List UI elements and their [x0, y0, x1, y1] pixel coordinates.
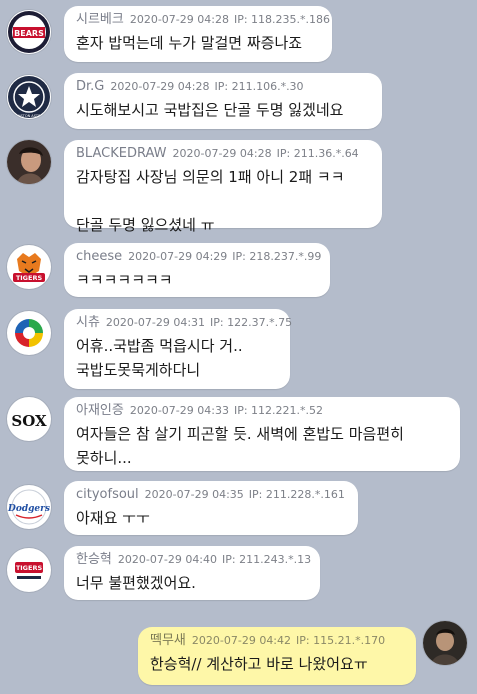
- sender-name[interactable]: cheese: [76, 249, 122, 264]
- message-meta: 떽무새 2020-07-29 04:42 IP: 115.21.*.170: [150, 633, 404, 649]
- sender-name[interactable]: cityofsoul: [76, 487, 139, 502]
- message-meta: Dr.G 2020-07-29 04:28 IP: 211.106.*.30: [76, 79, 370, 95]
- message-time: 2020-07-29 04:31: [105, 316, 206, 329]
- svg-text:SOX: SOX: [11, 412, 47, 430]
- sender-name[interactable]: Dr.G: [76, 79, 104, 94]
- svg-text:Dodgers: Dodgers: [7, 504, 50, 514]
- sender-ip: IP: 115.21.*.170: [296, 634, 386, 647]
- message-time: 2020-07-29 04:28: [129, 13, 229, 26]
- person-photo-icon[interactable]: [7, 140, 51, 184]
- colorful-emblem-icon[interactable]: [7, 311, 51, 355]
- sender-ip: IP: 211.106.*.30: [214, 80, 304, 93]
- astros-logo-icon[interactable]: HOUSTON ASTROS: [7, 75, 51, 119]
- message-meta: cityofsoul 2020-07-29 04:35 IP: 211.228.*.…: [76, 487, 346, 503]
- message-text: 너무 불편했겠어요.: [76, 574, 196, 592]
- message-text: ㅋㅋㅋㅋㅋㅋㅋ: [76, 271, 173, 289]
- message-time: 2020-07-29 04:29: [128, 250, 228, 263]
- chat-room: BEARS 시르베크 2020-07-29 04:28 IP: 118.235.*.…: [0, 0, 477, 694]
- message-meta: 한승혁 2020-07-29 04:40 IP: 211.243.*.13: [76, 552, 312, 568]
- message-text: 아재요 ㅜㅜ: [76, 509, 150, 527]
- message-text: 어휴..국밥좀 먹읍시다 거.. 국밥도못묵게하다니: [76, 337, 243, 379]
- sender-ip: IP: 211.243.*.13: [222, 553, 312, 566]
- sender-name[interactable]: 아재인증: [76, 403, 124, 418]
- message-bubble[interactable]: 한승혁 2020-07-29 04:40 IP: 211.243.*.13 너무 불…: [64, 546, 320, 600]
- sender-ip: IP: 211.36.*.64: [276, 147, 359, 160]
- message-text: 한승혁// 계산하고 바로 나왔어요ㅠ: [150, 655, 368, 673]
- sender-name[interactable]: 떽무새: [150, 633, 186, 648]
- message-meta: cheese 2020-07-29 04:29 IP: 218.237.*.99: [76, 249, 322, 265]
- message-meta: 시츄 2020-07-29 04:31 IP: 122.37.*.75: [76, 315, 292, 331]
- sender-ip: IP: 122.37.*.75: [210, 316, 293, 329]
- sender-ip: IP: 218.237.*.99: [232, 250, 322, 263]
- white-sox-logo-icon[interactable]: SOX: [7, 397, 51, 441]
- svg-text:HOUSTON ASTROS: HOUSTON ASTROS: [13, 114, 47, 118]
- message-meta: BLACKEDRAW 2020-07-29 04:28 IP: 211.36.*.6…: [76, 146, 370, 162]
- message-text: 시도해보시고 국밥집은 단골 두명 잃겠네요: [76, 101, 344, 119]
- message-text: 여자들은 참 살기 피곤할 듯. 새벽에 혼밥도 마음편히 못하니...: [76, 425, 404, 467]
- message-time: 2020-07-29 04:28: [172, 147, 272, 160]
- my-avatar-icon[interactable]: [423, 621, 467, 665]
- sender-name[interactable]: BLACKEDRAW: [76, 146, 167, 161]
- sender-ip: IP: 118.235.*.186: [233, 13, 331, 26]
- sender-ip: IP: 112.221.*.52: [233, 404, 324, 417]
- message-time: 2020-07-29 04:42: [191, 634, 292, 647]
- message-bubble[interactable]: 아재인증 2020-07-29 04:33 IP: 112.221.*.52 여자들…: [64, 397, 460, 471]
- message-bubble[interactable]: 시르베크 2020-07-29 04:28 IP: 118.235.*.186 혼자…: [64, 6, 332, 62]
- bears-logo-icon[interactable]: BEARS: [7, 10, 51, 54]
- message-time: 2020-07-29 04:40: [117, 553, 218, 566]
- message-text: 감자탕집 사장님 의문의 1패 아니 2패 ㅋㅋ 단골 두명 잃으셨네 ㅠ: [76, 168, 345, 234]
- message-bubble[interactable]: cheese 2020-07-29 04:29 IP: 218.237.*.99 ㅋ…: [64, 243, 330, 297]
- sender-name[interactable]: 시르베크: [76, 12, 124, 27]
- svg-text:TIGERS: TIGERS: [16, 564, 43, 572]
- league-logo-icon[interactable]: TIGERS: [7, 548, 51, 592]
- tigers-logo-icon[interactable]: TIGERS: [7, 245, 51, 289]
- message-time: 2020-07-29 04:35: [144, 488, 244, 501]
- sender-ip: IP: 211.228.*.161: [248, 488, 345, 501]
- dodgers-logo-icon[interactable]: Dodgers: [7, 485, 51, 529]
- message-bubble[interactable]: BLACKEDRAW 2020-07-29 04:28 IP: 211.36.*.6…: [64, 140, 382, 234]
- svg-text:BEARS: BEARS: [14, 29, 44, 38]
- message-text: 혼자 밥먹는데 누가 말걸면 짜증나죠: [76, 34, 303, 52]
- message-bubble[interactable]: cityofsoul 2020-07-29 04:35 IP: 211.228.*.…: [64, 481, 358, 535]
- message-meta: 아재인증 2020-07-29 04:33 IP: 112.221.*.52: [76, 403, 448, 419]
- message-meta: 시르베크 2020-07-29 04:28 IP: 118.235.*.186: [76, 12, 330, 28]
- message-time: 2020-07-29 04:33: [129, 404, 229, 417]
- message-time: 2020-07-29 04:28: [110, 80, 210, 93]
- sender-name[interactable]: 한승혁: [76, 552, 112, 567]
- svg-text:TIGERS: TIGERS: [16, 274, 43, 282]
- message-bubble[interactable]: 시츄 2020-07-29 04:31 IP: 122.37.*.75 어휴..국밥…: [64, 309, 292, 389]
- sender-name[interactable]: 시츄: [76, 315, 100, 330]
- message-bubble[interactable]: Dr.G 2020-07-29 04:28 IP: 211.106.*.30 시도해…: [64, 73, 382, 129]
- my-message-bubble[interactable]: 떽무새 2020-07-29 04:42 IP: 115.21.*.170 한승혁/…: [138, 627, 416, 685]
